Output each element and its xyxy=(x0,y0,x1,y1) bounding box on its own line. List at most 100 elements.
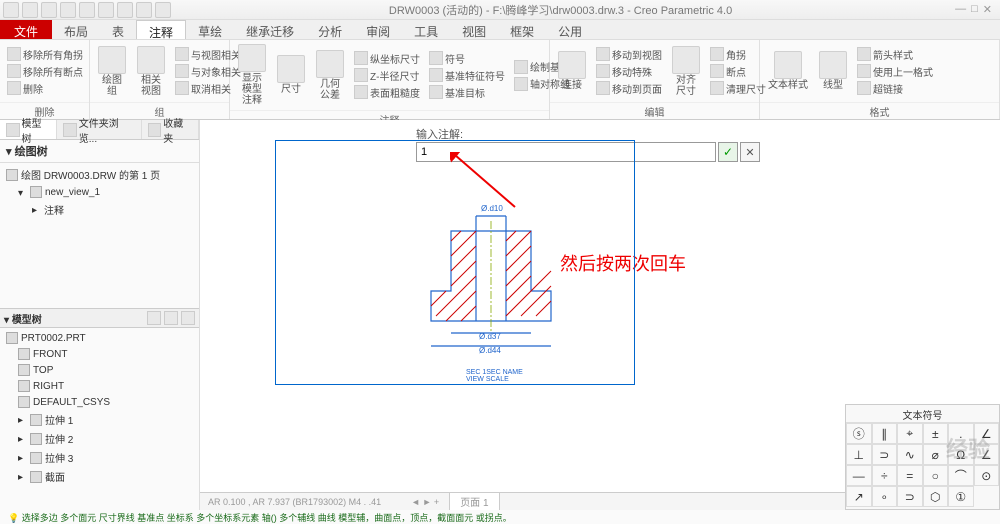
use-prev-format-button[interactable]: 使用上一格式 xyxy=(854,63,936,80)
ribbon: 移除所有角拐 移除所有断点 删除 删除 绘图组 相关视图 与视图相关 与对象相关… xyxy=(0,40,1000,120)
align-dim-button[interactable]: 对齐尺寸 xyxy=(668,44,704,99)
tree-item-front[interactable]: FRONT xyxy=(2,346,197,362)
collapse-icon[interactable]: ▾ xyxy=(18,188,27,197)
symbol-cell[interactable]: ⊃ xyxy=(897,486,923,507)
symbol-cell[interactable]: ⌖ xyxy=(897,423,923,444)
annotation-item[interactable]: ▸注释 xyxy=(2,200,197,219)
undo-icon[interactable] xyxy=(79,2,95,18)
sidebar-tab-modeltree[interactable]: 模型树 xyxy=(0,120,57,139)
tab-common[interactable]: 公用 xyxy=(546,20,594,39)
datum-target-button[interactable]: 基准目标 xyxy=(426,84,508,101)
expand-icon[interactable]: ▸ xyxy=(18,453,27,462)
remove-corners-button[interactable]: 移除所有角拐 xyxy=(4,46,86,63)
expand-icon[interactable]: ▸ xyxy=(18,415,27,424)
tab-annotate[interactable]: 注释 xyxy=(136,20,186,39)
delete-button[interactable]: 删除 xyxy=(4,80,86,97)
tab-table[interactable]: 表 xyxy=(100,20,136,39)
tree-show-icon[interactable] xyxy=(181,311,195,325)
text-style-button[interactable]: 文本样式 xyxy=(764,49,812,93)
tab-sketch[interactable]: 草绘 xyxy=(186,20,234,39)
symbol-cell[interactable]: ÷ xyxy=(872,465,898,486)
remove-breaks-button[interactable]: 移除所有断点 xyxy=(4,63,86,80)
tab-view[interactable]: 视图 xyxy=(450,20,498,39)
symbol-cell[interactable]: ⌒ xyxy=(948,465,974,486)
sidebar: 模型树 文件夹浏览... 收藏夹 ▾ 绘图树 绘图 DRW0003.DRW 的第… xyxy=(0,120,200,520)
symbol-cell[interactable]: ○ xyxy=(923,465,949,486)
symbol-cell[interactable]: ⌀ xyxy=(923,444,949,465)
datum-feature-button[interactable]: 基准特征符号 xyxy=(426,67,508,84)
new-icon[interactable] xyxy=(22,2,38,18)
view-icon xyxy=(30,186,42,198)
tab-layout[interactable]: 布局 xyxy=(52,20,100,39)
csys-icon xyxy=(18,396,30,408)
symbol-cell[interactable]: ⊃ xyxy=(872,444,898,465)
symbol-cell[interactable]: ∥ xyxy=(872,423,898,444)
symbol-button[interactable]: 符号 xyxy=(426,50,508,67)
view-item[interactable]: ▾new_view_1 xyxy=(2,184,197,200)
sidebar-tab-favorites[interactable]: 收藏夹 xyxy=(142,120,199,139)
tab-frame[interactable]: 框架 xyxy=(498,20,546,39)
symbol-cell[interactable]: ↗ xyxy=(846,486,872,507)
tree-settings-icon[interactable] xyxy=(164,311,178,325)
move-to-view-button[interactable]: 移动到视图 xyxy=(593,46,665,63)
move-special-button[interactable]: 移动特殊 xyxy=(593,63,665,80)
symbol-cell[interactable]: ⊙ xyxy=(974,465,1000,486)
refresh-icon[interactable] xyxy=(117,2,133,18)
drawing-page-item[interactable]: 绘图 DRW0003.DRW 的第 1 页 xyxy=(2,165,197,184)
z-radius-button[interactable]: Z-半径尺寸 xyxy=(351,67,423,84)
drawing-tree-header: ▾ 绘图树 xyxy=(0,140,199,163)
sidebar-tab-browser[interactable]: 文件夹浏览... xyxy=(57,120,142,139)
surface-finish-button[interactable]: 表面粗糙度 xyxy=(351,84,423,101)
save-icon[interactable] xyxy=(60,2,76,18)
close-button[interactable]: ✕ xyxy=(983,3,992,16)
symbol-cell[interactable]: ① xyxy=(948,486,974,507)
symbol-cell[interactable]: ± xyxy=(923,423,949,444)
draw-group-button[interactable]: 绘图组 xyxy=(94,44,130,99)
geom-tol-button[interactable]: 几何公差 xyxy=(312,48,348,103)
section-drawing: Ø.d10 Ø.d37 Ø.d44 xyxy=(421,191,571,371)
redo-icon[interactable] xyxy=(98,2,114,18)
tree-filter-icon[interactable] xyxy=(147,311,161,325)
tab-review[interactable]: 审阅 xyxy=(354,20,402,39)
input-confirm-button[interactable]: ✓ xyxy=(718,142,738,162)
show-model-notes-button[interactable]: 显示模型 注释 xyxy=(234,42,270,108)
connect-button[interactable]: 连接 xyxy=(554,49,590,93)
ordinate-dim-button[interactable]: 纵坐标尺寸 xyxy=(351,50,423,67)
expand-icon[interactable]: ▸ xyxy=(32,205,41,214)
expand-icon[interactable]: ▸ xyxy=(18,434,27,443)
expand-icon[interactable]: ▸ xyxy=(18,472,27,481)
symbol-cell[interactable]: — xyxy=(846,465,872,486)
tab-tools[interactable]: 工具 xyxy=(402,20,450,39)
hyperlink-button[interactable]: 超链接 xyxy=(854,80,936,97)
related-view-button[interactable]: 相关视图 xyxy=(133,44,169,99)
tree-item-top[interactable]: TOP xyxy=(2,362,197,378)
part-item[interactable]: PRT0002.PRT xyxy=(2,330,197,346)
tree-item-extrude2[interactable]: ▸拉伸 2 xyxy=(2,429,197,448)
input-cancel-button[interactable]: ✕ xyxy=(740,142,760,162)
symbol-cell[interactable]: = xyxy=(897,465,923,486)
tree-item-csys[interactable]: DEFAULT_CSYS xyxy=(2,394,197,410)
page-tab[interactable]: 页面 1 xyxy=(449,492,499,511)
linetype-button[interactable]: 线型 xyxy=(815,49,851,93)
move-to-page-button[interactable]: 移动到页面 xyxy=(593,80,665,97)
tab-analysis[interactable]: 分析 xyxy=(306,20,354,39)
tree-item-extrude1[interactable]: ▸拉伸 1 xyxy=(2,410,197,429)
app-icon[interactable] xyxy=(3,2,19,18)
symbol-cell[interactable]: ⓢ xyxy=(846,423,872,444)
minimize-button[interactable]: — xyxy=(955,3,966,16)
symbol-cell[interactable]: ⬡ xyxy=(923,486,949,507)
symbol-cell[interactable]: ∘ xyxy=(872,486,898,507)
maximize-button[interactable]: □ xyxy=(971,3,978,16)
windows-icon[interactable] xyxy=(136,2,152,18)
close-win-icon[interactable] xyxy=(155,2,171,18)
arrow-style-button[interactable]: 箭头样式 xyxy=(854,46,936,63)
symbol-cell[interactable]: ∿ xyxy=(897,444,923,465)
tab-inherit[interactable]: 继承迁移 xyxy=(234,20,306,39)
open-icon[interactable] xyxy=(41,2,57,18)
symbol-cell[interactable]: ⊥ xyxy=(846,444,872,465)
file-menu[interactable]: 文件 xyxy=(0,20,52,39)
tree-item-section[interactable]: ▸截面 xyxy=(2,467,197,486)
tree-item-extrude3[interactable]: ▸拉伸 3 xyxy=(2,448,197,467)
tree-item-right[interactable]: RIGHT xyxy=(2,378,197,394)
dimension-button[interactable]: 尺寸 xyxy=(273,53,309,97)
